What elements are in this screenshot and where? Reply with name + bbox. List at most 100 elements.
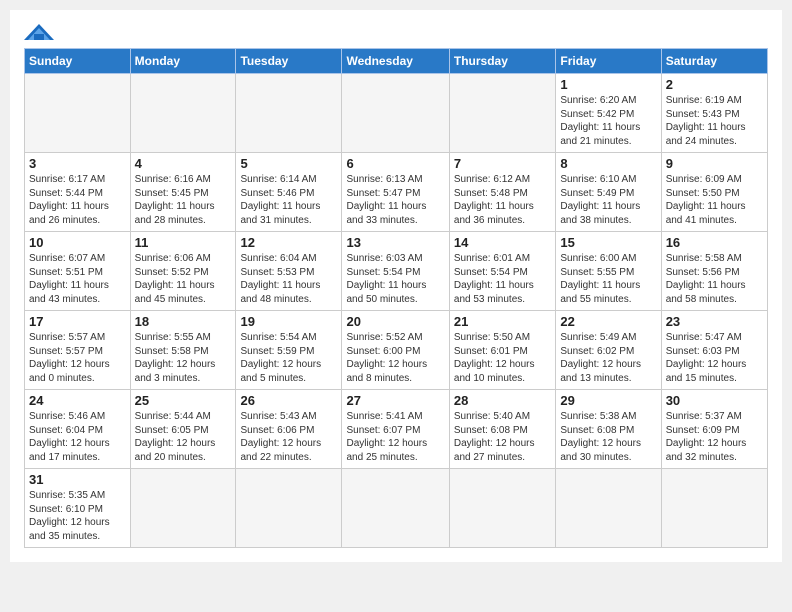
calendar-cell: 26Sunrise: 5:43 AM Sunset: 6:06 PM Dayli… (236, 390, 342, 469)
day-info: Sunrise: 5:40 AM Sunset: 6:08 PM Dayligh… (454, 410, 551, 464)
calendar-cell (556, 469, 661, 548)
day-number: 9 (666, 156, 763, 171)
day-number: 29 (560, 393, 656, 408)
day-number: 15 (560, 235, 656, 250)
day-number: 1 (560, 77, 656, 92)
calendar-cell: 22 Sunrise: 5:49 AM Sunset: 6:02 PM Dayli… (556, 311, 661, 390)
calendar-cell: 1 Sunrise: 6:20 AM Sunset: 5:42 PM Daylig… (556, 74, 661, 153)
day-number: 17 (29, 314, 126, 329)
day-number: 13 (346, 235, 444, 250)
day-info: Sunrise: 5:47 AM Sunset: 6:03 PM Dayligh… (666, 331, 763, 385)
calendar-cell: 14 Sunrise: 6:01 AM Sunset: 5:54 PM Dayli… (449, 232, 555, 311)
logo (24, 20, 58, 44)
day-number: 4 (135, 156, 232, 171)
weekday-header-saturday: Saturday (661, 49, 767, 74)
calendar-cell: 6Sunrise: 6:13 AM Sunset: 5:47 PM Daylig… (342, 153, 449, 232)
day-number: 14 (454, 235, 551, 250)
day-number: 22 (560, 314, 656, 329)
calendar-cell (342, 469, 449, 548)
day-number: 18 (135, 314, 232, 329)
calendar-cell: 10 Sunrise: 6:07 AM Sunset: 5:51 PM Dayli… (25, 232, 131, 311)
day-number: 30 (666, 393, 763, 408)
calendar-cell: 17 Sunrise: 5:57 AM Sunset: 5:57 PM Dayli… (25, 311, 131, 390)
calendar-cell: 4 Sunrise: 6:16 AM Sunset: 5:45 PM Daylig… (130, 153, 236, 232)
calendar-cell (342, 74, 449, 153)
calendar-cell: 31Sunrise: 5:35 AM Sunset: 6:10 PM Dayli… (25, 469, 131, 548)
day-info: Sunrise: 5:46 AM Sunset: 6:04 PM Dayligh… (29, 410, 126, 464)
calendar-cell: 9 Sunrise: 6:09 AM Sunset: 5:50 PM Daylig… (661, 153, 767, 232)
calendar-cell (130, 74, 236, 153)
day-number: 19 (240, 314, 337, 329)
day-info: Sunrise: 6:06 AM Sunset: 5:52 PM Dayligh… (135, 252, 232, 306)
day-number: 20 (346, 314, 444, 329)
calendar-cell: 11 Sunrise: 6:06 AM Sunset: 5:52 PM Dayli… (130, 232, 236, 311)
day-info: Sunrise: 6:14 AM Sunset: 5:46 PM Dayligh… (240, 173, 337, 227)
day-info: Sunrise: 6:12 AM Sunset: 5:48 PM Dayligh… (454, 173, 551, 227)
day-info: Sunrise: 5:38 AM Sunset: 6:08 PM Dayligh… (560, 410, 656, 464)
week-row-2: 3Sunrise: 6:17 AM Sunset: 5:44 PM Daylig… (25, 153, 768, 232)
week-row-6: 31Sunrise: 5:35 AM Sunset: 6:10 PM Dayli… (25, 469, 768, 548)
day-number: 12 (240, 235, 337, 250)
weekday-header-wednesday: Wednesday (342, 49, 449, 74)
calendar-cell: 8Sunrise: 6:10 AM Sunset: 5:49 PM Daylig… (556, 153, 661, 232)
day-info: Sunrise: 6:20 AM Sunset: 5:42 PM Dayligh… (560, 94, 656, 148)
week-row-5: 24 Sunrise: 5:46 AM Sunset: 6:04 PM Dayli… (25, 390, 768, 469)
week-row-1: 1 Sunrise: 6:20 AM Sunset: 5:42 PM Daylig… (25, 74, 768, 153)
day-info: Sunrise: 6:19 AM Sunset: 5:43 PM Dayligh… (666, 94, 763, 148)
weekday-header-tuesday: Tuesday (236, 49, 342, 74)
day-info: Sunrise: 6:04 AM Sunset: 5:53 PM Dayligh… (240, 252, 337, 306)
day-info: Sunrise: 6:16 AM Sunset: 5:45 PM Dayligh… (135, 173, 232, 227)
day-info: Sunrise: 6:01 AM Sunset: 5:54 PM Dayligh… (454, 252, 551, 306)
calendar-cell: 15 Sunrise: 6:00 AM Sunset: 5:55 PM Dayli… (556, 232, 661, 311)
calendar-cell: 19 Sunrise: 5:54 AM Sunset: 5:59 PM Dayli… (236, 311, 342, 390)
day-number: 16 (666, 235, 763, 250)
calendar-cell: 18 Sunrise: 5:55 AM Sunset: 5:58 PM Dayli… (130, 311, 236, 390)
week-row-4: 17 Sunrise: 5:57 AM Sunset: 5:57 PM Dayli… (25, 311, 768, 390)
day-info: Sunrise: 5:55 AM Sunset: 5:58 PM Dayligh… (135, 331, 232, 385)
calendar-cell: 30 Sunrise: 5:37 AM Sunset: 6:09 PM Dayli… (661, 390, 767, 469)
calendar-cell: 23 Sunrise: 5:47 AM Sunset: 6:03 PM Dayli… (661, 311, 767, 390)
day-number: 10 (29, 235, 126, 250)
day-info: Sunrise: 5:54 AM Sunset: 5:59 PM Dayligh… (240, 331, 337, 385)
calendar-cell: 13Sunrise: 6:03 AM Sunset: 5:54 PM Dayli… (342, 232, 449, 311)
day-info: Sunrise: 6:09 AM Sunset: 5:50 PM Dayligh… (666, 173, 763, 227)
calendar-cell: 3Sunrise: 6:17 AM Sunset: 5:44 PM Daylig… (25, 153, 131, 232)
day-number: 11 (135, 235, 232, 250)
calendar-cell: 21Sunrise: 5:50 AM Sunset: 6:01 PM Dayli… (449, 311, 555, 390)
day-number: 28 (454, 393, 551, 408)
calendar-cell: 27Sunrise: 5:41 AM Sunset: 6:07 PM Dayli… (342, 390, 449, 469)
day-info: Sunrise: 6:10 AM Sunset: 5:49 PM Dayligh… (560, 173, 656, 227)
day-info: Sunrise: 5:37 AM Sunset: 6:09 PM Dayligh… (666, 410, 763, 464)
calendar-cell (449, 74, 555, 153)
logo-icon (24, 20, 54, 44)
day-info: Sunrise: 6:00 AM Sunset: 5:55 PM Dayligh… (560, 252, 656, 306)
day-info: Sunrise: 5:43 AM Sunset: 6:06 PM Dayligh… (240, 410, 337, 464)
day-number: 5 (240, 156, 337, 171)
calendar-cell: 12 Sunrise: 6:04 AM Sunset: 5:53 PM Dayli… (236, 232, 342, 311)
day-info: Sunrise: 5:52 AM Sunset: 6:00 PM Dayligh… (346, 331, 444, 385)
calendar-cell (130, 469, 236, 548)
day-number: 24 (29, 393, 126, 408)
calendar-cell (661, 469, 767, 548)
calendar-page: SundayMondayTuesdayWednesdayThursdayFrid… (10, 10, 782, 562)
day-info: Sunrise: 6:07 AM Sunset: 5:51 PM Dayligh… (29, 252, 126, 306)
calendar-cell: 2 Sunrise: 6:19 AM Sunset: 5:43 PM Daylig… (661, 74, 767, 153)
day-number: 7 (454, 156, 551, 171)
calendar-cell: 5 Sunrise: 6:14 AM Sunset: 5:46 PM Daylig… (236, 153, 342, 232)
day-info: Sunrise: 5:49 AM Sunset: 6:02 PM Dayligh… (560, 331, 656, 385)
day-number: 31 (29, 472, 126, 487)
week-row-3: 10 Sunrise: 6:07 AM Sunset: 5:51 PM Dayli… (25, 232, 768, 311)
calendar-cell: 28 Sunrise: 5:40 AM Sunset: 6:08 PM Dayli… (449, 390, 555, 469)
weekday-header-friday: Friday (556, 49, 661, 74)
day-number: 2 (666, 77, 763, 92)
calendar-cell (236, 74, 342, 153)
calendar-cell: 24 Sunrise: 5:46 AM Sunset: 6:04 PM Dayli… (25, 390, 131, 469)
day-number: 23 (666, 314, 763, 329)
calendar-cell: 20 Sunrise: 5:52 AM Sunset: 6:00 PM Dayli… (342, 311, 449, 390)
calendar-cell: 16Sunrise: 5:58 AM Sunset: 5:56 PM Dayli… (661, 232, 767, 311)
day-info: Sunrise: 5:41 AM Sunset: 6:07 PM Dayligh… (346, 410, 444, 464)
calendar-cell (449, 469, 555, 548)
weekday-header-monday: Monday (130, 49, 236, 74)
day-info: Sunrise: 5:57 AM Sunset: 5:57 PM Dayligh… (29, 331, 126, 385)
calendar-cell (236, 469, 342, 548)
